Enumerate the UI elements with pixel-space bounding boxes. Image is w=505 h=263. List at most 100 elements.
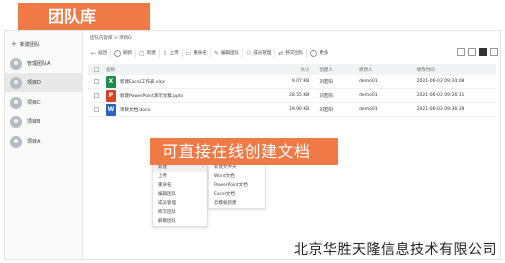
file-modifier: demo01: [359, 107, 378, 112]
row-checkbox[interactable]: [94, 93, 99, 98]
upload-icon: ⇧: [162, 49, 168, 57]
members-icon: ⚇: [245, 49, 252, 57]
sidebar-item-team-a[interactable]: 管理团队A: [5, 54, 82, 73]
submenu-item-cloud-template[interactable]: 云模板新建: [209, 199, 265, 208]
menu-item-label: 解散团队: [158, 219, 176, 224]
file-modifier: demo01: [359, 93, 378, 98]
more-icon: [310, 49, 318, 57]
team-avatar-icon: [10, 115, 22, 128]
table-row[interactable]: W 项目文档.docx 19.90 KB 刘若阳 demo01 2021-06-0…: [88, 103, 496, 117]
sidebar-item-label: 项目D: [27, 80, 41, 86]
submenu-item-powerpoint[interactable]: PowerPoint文档: [209, 181, 265, 190]
callout-banner: 可直接在线创建文档: [150, 138, 338, 165]
file-table: 名称 大小 创建人 修改人 修改时间 X 新建Excel工作表.xlsx 9.07…: [88, 64, 496, 117]
menu-item-label: 编辑团队: [158, 192, 176, 197]
back-label: 返回: [98, 51, 108, 56]
file-size: 28.55 KB: [289, 93, 310, 98]
team-sidebar: + 新建团队 管理团队A 项目D 项目C 项目B 项目A: [5, 31, 83, 259]
refresh-label: 刷新: [123, 51, 133, 56]
file-size: 9.07 KB: [291, 79, 310, 84]
menu-item-upload[interactable]: 上传: [153, 172, 207, 181]
transfer-team-button[interactable]: ⇄ 移交团队: [275, 48, 308, 58]
list-view-icon[interactable]: [479, 48, 487, 56]
sidebar-item-project-c[interactable]: 项目C: [5, 93, 82, 112]
file-modified-time: 2021-06-03 09:34:08: [416, 79, 465, 84]
sidebar-item-label: 项目C: [27, 100, 41, 106]
upload-button[interactable]: ⇧ 上传: [160, 48, 183, 58]
edit-label: 编辑团队: [220, 51, 239, 56]
rename-icon: ▭: [185, 49, 192, 57]
toolbar: ← 返回 刷新 ▢ 新建 ⇧ 上传 ▭ 重命名 ✎ 编辑团队 ⚇ 成员管理 ⇄ 移交团队 更多: [88, 46, 496, 60]
submenu-item-label: Excel文档: [214, 192, 235, 197]
refresh-icon: [114, 49, 122, 57]
file-creator: 刘若阳: [319, 107, 333, 113]
menu-item-dissolve-team[interactable]: 解散团队: [153, 217, 207, 226]
menu-item-label: 上传: [158, 174, 167, 179]
grid-view-icon[interactable]: [490, 48, 498, 56]
table-row[interactable]: X 新建Excel工作表.xlsx 9.07 KB 刘若阳 demo01 2021…: [88, 75, 496, 89]
team-avatar-icon: [10, 76, 22, 89]
rename-button[interactable]: ▭ 重命名: [183, 48, 211, 58]
sidebar-item-label: 项目A: [27, 139, 41, 145]
plus-icon: +: [11, 40, 17, 48]
menu-item-label: 成员管理: [158, 201, 176, 206]
file-name[interactable]: 新建PowerPoint演示文稿.pptx: [120, 93, 183, 99]
table-row[interactable]: P 新建PowerPoint演示文稿.pptx 28.55 KB 刘若阳 demo…: [88, 89, 496, 103]
powerpoint-icon: P: [105, 89, 116, 102]
edit-team-button[interactable]: ✎ 编辑团队: [211, 48, 243, 58]
submenu-item-word[interactable]: Word文档: [209, 172, 265, 181]
feature-title-banner: 团队库: [18, 3, 150, 30]
submenu-item-label: 云模板新建: [214, 201, 237, 206]
filter-icon[interactable]: [457, 48, 465, 56]
menu-item-label: 重命名: [158, 183, 172, 188]
more-label: 更多: [319, 51, 329, 56]
member-label: 成员管理: [253, 51, 272, 56]
transfer-icon: ⇄: [278, 49, 284, 57]
file-size: 19.90 KB: [289, 107, 310, 112]
transfer-label: 移交团队: [285, 51, 304, 56]
file-creator: 刘若阳: [319, 79, 333, 85]
submenu-item-excel[interactable]: Excel文档: [209, 190, 265, 199]
team-avatar-icon: [10, 135, 22, 148]
new-team-label: 新建团队: [19, 41, 40, 48]
new-button[interactable]: ▢ 新建: [136, 48, 160, 58]
team-avatar-icon: [10, 96, 22, 109]
creator-column-header[interactable]: 创建人: [319, 67, 359, 73]
file-name[interactable]: 新建Excel工作表.xlsx: [120, 79, 165, 85]
new-team-button[interactable]: + 新建团队: [11, 40, 40, 48]
edit-icon: ✎: [213, 49, 219, 57]
sidebar-item-project-d[interactable]: 项目D: [5, 73, 82, 92]
breadcrumb[interactable]: 团队内容库 > 项目D: [90, 35, 132, 41]
row-checkbox[interactable]: [94, 107, 99, 112]
menu-item-member-management[interactable]: 成员管理: [153, 199, 207, 208]
time-column-header[interactable]: 修改时间: [417, 67, 496, 73]
upload-label: 上传: [169, 51, 179, 56]
back-button[interactable]: ← 返回: [88, 48, 112, 58]
file-modified-time: 2021-06-03 09:26:31: [416, 93, 465, 98]
view-switcher: [457, 48, 498, 56]
file-modified-time: 2021-06-03 09:36:39: [416, 107, 465, 112]
more-button[interactable]: 更多: [307, 49, 331, 58]
modifier-column-header[interactable]: 修改人: [359, 67, 417, 73]
menu-item-edit-team[interactable]: 编辑团队: [153, 190, 207, 199]
menu-item-label: 移交团队: [158, 210, 176, 215]
refresh-button[interactable]: 刷新: [111, 48, 137, 58]
sidebar-item-project-a[interactable]: 项目A: [5, 132, 82, 151]
row-checkbox[interactable]: [94, 79, 99, 84]
arrow-left-icon: ←: [91, 49, 97, 57]
menu-item-transfer-team[interactable]: 移交团队: [153, 208, 207, 217]
name-column-header[interactable]: 名称: [106, 67, 275, 73]
size-column-header[interactable]: 大小: [275, 67, 320, 73]
sidebar-item-label: 管理团队A: [27, 61, 51, 67]
file-creator: 刘若阳: [319, 93, 333, 99]
select-all-checkbox[interactable]: [94, 67, 99, 72]
company-name: 北京华胜天隆信息技术有限公司: [294, 242, 497, 258]
sidebar-item-project-b[interactable]: 项目B: [5, 112, 82, 131]
menu-item-rename[interactable]: 重命名: [153, 181, 207, 190]
gear-icon[interactable]: [468, 48, 476, 56]
file-name[interactable]: 项目文档.docx: [120, 107, 150, 113]
submenu-item-label: PowerPoint文档: [214, 183, 248, 188]
new-label: 新建: [146, 51, 156, 56]
context-menu: 新建 › 上传 重命名 编辑团队 成员管理 移交团队 解散团队: [152, 162, 208, 227]
member-management-button[interactable]: ⚇ 成员管理: [243, 48, 276, 58]
